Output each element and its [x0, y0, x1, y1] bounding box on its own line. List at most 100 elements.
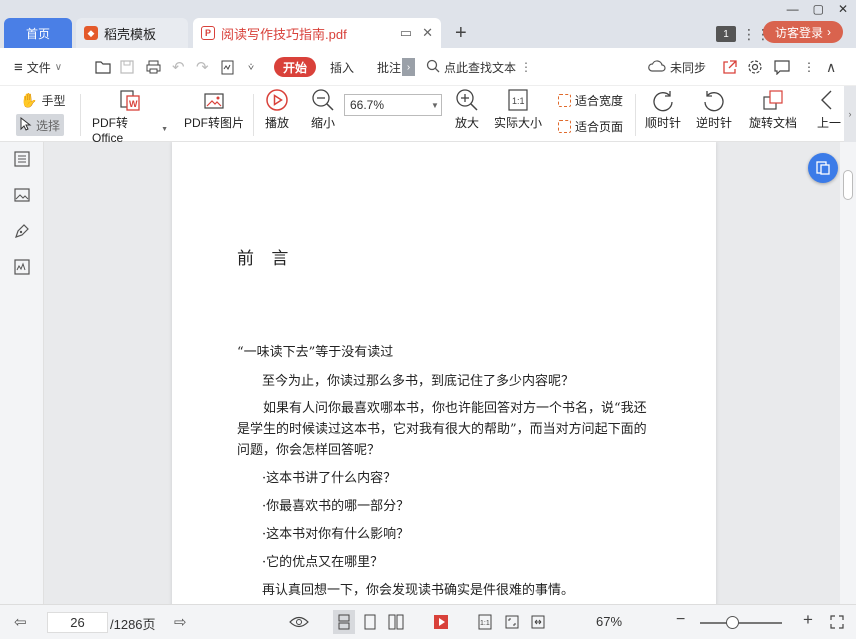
fit-page-button[interactable]: 适合页面 — [558, 118, 623, 135]
vertical-scrollbar[interactable] — [840, 142, 856, 604]
pdf-page: 前 言 “一味读下去”等于没有读过 至今为止，你读过那么多书，到底记住了多少内容… — [172, 142, 716, 604]
prev-page-arrow-icon[interactable]: ⇦ — [14, 613, 27, 631]
left-sidebar — [0, 142, 44, 604]
signature-icon[interactable] — [13, 258, 31, 276]
document-viewport[interactable]: 前 言 “一味读下去”等于没有读过 至今为止，你读过那么多书，到底记住了多少内容… — [44, 142, 840, 604]
comment-icon[interactable] — [774, 48, 790, 86]
zoom-in-plus-icon[interactable]: + — [803, 610, 813, 630]
tab-pdf-document[interactable]: P 阅读写作技巧指南.pdf ▭ ✕ — [193, 18, 441, 48]
question-item: ·它的优点又在哪里？ — [262, 555, 384, 570]
hand-tool-label: 手型 — [41, 93, 66, 108]
svg-text:1:1: 1:1 — [480, 620, 490, 627]
save-icon[interactable] — [120, 48, 134, 86]
previous-page-button[interactable]: 上一 — [816, 86, 842, 131]
single-page-view-icon[interactable] — [333, 610, 355, 634]
fit-width-button[interactable]: 适合宽度 — [558, 92, 623, 109]
page-heading: 前 言 — [237, 249, 295, 269]
new-tab-icon[interactable]: + — [455, 22, 467, 45]
redo-icon[interactable]: ↷ — [196, 48, 209, 86]
pdf-to-word-icon: W — [117, 86, 143, 114]
pdf-file-icon: P — [201, 26, 215, 40]
page-number-input[interactable]: 26 — [47, 612, 108, 633]
annotation-pen-icon[interactable] — [13, 222, 31, 240]
tab-insert[interactable]: 插入 — [330, 48, 354, 86]
total-pages: /1286页 — [110, 617, 156, 632]
rotate-counterclockwise-label: 逆时针 — [695, 116, 732, 130]
print-icon[interactable] — [146, 48, 161, 86]
close-window-icon[interactable]: ✕ — [838, 2, 848, 16]
zoom-slider-track[interactable] — [700, 622, 782, 624]
arrow-left-icon — [817, 86, 841, 114]
file-menu-label: 文件 — [26, 60, 51, 75]
collapse-ribbon-icon[interactable]: ∧ — [826, 48, 836, 86]
search-field[interactable]: 点此查找文本 ⋮ — [426, 48, 532, 86]
paragraph-line: 至今为止，你读过那么多书，到底记住了多少内容呢？ — [262, 374, 575, 389]
pdf-to-office-button[interactable]: W PDF转Office ▼ — [92, 86, 168, 145]
daoke-logo-icon: ◆ — [84, 26, 98, 40]
undo-icon[interactable]: ↶ — [172, 48, 185, 86]
maximize-icon[interactable]: ▢ — [813, 2, 824, 16]
zoom-select[interactable]: 66.7% ▼ — [344, 94, 442, 116]
outline-list-icon[interactable] — [13, 150, 31, 168]
two-page-view-icon[interactable] — [385, 610, 407, 634]
minimize-icon[interactable]: — — [787, 2, 799, 16]
previous-page-label: 上一 — [816, 116, 841, 130]
section-subtitle: “一味读下去”等于没有读过 — [237, 345, 394, 360]
more-dropdown-icon[interactable]: ⩒ — [248, 48, 254, 86]
rotate-counterclockwise-button[interactable]: 逆时针 — [695, 86, 733, 131]
select-tool[interactable]: 选择 — [16, 114, 65, 136]
menu-scroll-right-icon[interactable]: › — [402, 58, 415, 76]
pdf-convert-icon[interactable] — [220, 48, 236, 86]
fit-page-icon — [558, 120, 571, 133]
window-count-badge[interactable]: 1 — [716, 26, 736, 42]
tab-annotate[interactable]: 批注 — [377, 48, 401, 86]
zoom-out-minus-icon[interactable]: − — [676, 611, 685, 629]
sync-status[interactable]: 未同步 — [648, 48, 706, 86]
tab-bar: 首页 ◆ 稻壳模板 P 阅读写作技巧指南.pdf ▭ ✕ + — ▢ ✕ 1 ⋮… — [0, 0, 856, 48]
status-bar: ⇦ 26 /1286页 ⇨ 1:1 67% − + — [0, 604, 856, 639]
fit-page-status-icon[interactable] — [501, 610, 523, 634]
actual-size-status-icon[interactable]: 1:1 — [474, 610, 496, 634]
question-item: ·这本书讲了什么内容？ — [262, 471, 397, 486]
zoom-out-button[interactable]: 缩小 — [308, 86, 338, 131]
tab-start[interactable]: 开始 — [274, 57, 316, 77]
toolbar-scroll-right-icon[interactable]: › — [844, 86, 856, 142]
tab-pdf-label: 阅读写作技巧指南.pdf — [221, 26, 347, 42]
rotate-clockwise-button[interactable]: 顺时针 — [644, 86, 682, 131]
more-menu-icon[interactable]: ⋮ — [803, 48, 815, 86]
settings-gear-icon[interactable] — [747, 48, 763, 86]
play-button[interactable]: 播放 — [262, 86, 292, 131]
play-icon — [265, 86, 289, 114]
hand-tool[interactable]: ✋ 手型 — [20, 91, 65, 109]
rotate-document-button[interactable]: 旋转文档 — [746, 86, 800, 131]
zoom-in-icon — [455, 86, 479, 114]
cursor-arrow-icon — [20, 116, 32, 134]
tab-home[interactable]: 首页 — [4, 18, 72, 48]
open-folder-icon[interactable] — [95, 48, 111, 86]
scrollbar-thumb[interactable] — [843, 170, 853, 200]
tab-daoke-templates[interactable]: ◆ 稻壳模板 — [76, 18, 188, 48]
paragraph-block: 如果有人问你最喜欢哪本书，你也许能回答对方一个书名，说“我还是学生的时候读过这本… — [237, 401, 647, 458]
eye-protection-icon[interactable] — [288, 610, 310, 634]
floating-convert-icon[interactable] — [808, 153, 838, 183]
continuous-view-icon[interactable] — [359, 610, 381, 634]
fit-width-status-icon[interactable] — [527, 610, 549, 634]
visitor-login-button[interactable]: 访客登录 › — [763, 21, 843, 43]
file-menu[interactable]: ≡ 文件 ∨ — [14, 48, 62, 86]
fit-width-label: 适合宽度 — [575, 94, 624, 108]
chevron-down-icon: ∨ — [54, 61, 63, 73]
pin-window-icon[interactable]: ▭ — [400, 25, 412, 41]
fullscreen-icon[interactable] — [826, 610, 848, 634]
zoom-in-button[interactable]: 放大 — [452, 86, 482, 131]
next-page-arrow-icon[interactable]: ⇨ — [174, 613, 187, 631]
close-tab-icon[interactable]: ✕ — [422, 25, 433, 41]
more-vertical-icon[interactable]: ⋮ — [520, 60, 532, 74]
pdf-to-image-button[interactable]: PDF转图片 — [184, 86, 244, 131]
share-icon[interactable] — [722, 48, 737, 86]
zoom-in-label: 放大 — [454, 116, 479, 130]
thumbnail-image-icon[interactable] — [13, 186, 31, 204]
rotate-clockwise-label: 顺时针 — [644, 116, 681, 130]
slideshow-play-icon[interactable] — [430, 610, 452, 634]
actual-size-button[interactable]: 1:1 实际大小 — [492, 86, 544, 131]
zoom-slider-knob[interactable] — [726, 616, 739, 629]
